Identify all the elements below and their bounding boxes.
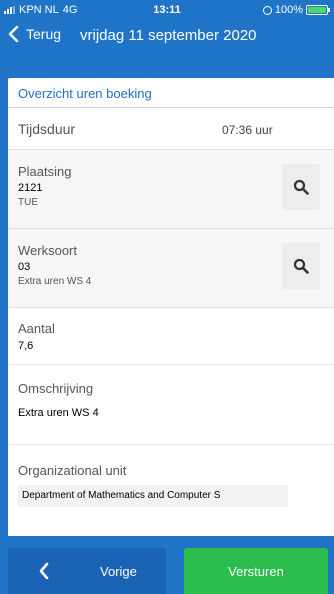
org-unit-row: Organizational unit Department of Mathem… — [8, 445, 334, 515]
amount-row: Aantal 7,6 — [8, 308, 334, 365]
booking-overview-card: Overzicht uren boeking Tijdsduur 07:36 u… — [8, 78, 334, 536]
work-type-desc: Extra uren WS 4 — [18, 276, 92, 287]
send-label: Versturen — [228, 564, 284, 579]
search-icon — [293, 179, 309, 195]
placement-search-button[interactable] — [282, 164, 320, 210]
send-button[interactable]: Versturen — [184, 548, 328, 594]
chevron-left-icon — [39, 562, 49, 580]
description-row: Omschrijving Extra uren WS 4 — [8, 365, 334, 445]
org-unit-field[interactable]: Department of Mathematics and Computer S — [18, 485, 288, 507]
duration-row: Tijdsduur 07:36 uur — [8, 108, 334, 150]
page-title: vrijdag 11 september 2020 — [80, 27, 257, 44]
work-type-row: Werksoort 03 Extra uren WS 4 — [8, 229, 334, 308]
amount-value: 7,6 — [18, 340, 34, 352]
duration-label: Tijdsduur — [18, 121, 76, 137]
chevron-left-icon — [8, 25, 19, 43]
description-value: Extra uren WS 4 — [18, 407, 99, 419]
back-button[interactable]: Terug — [6, 25, 61, 43]
amount-label: Aantal — [18, 321, 55, 336]
battery-icon — [306, 5, 330, 15]
placement-desc: TUE — [18, 197, 38, 208]
nav-bar: Terug vrijdag 11 september 2020 — [0, 20, 334, 54]
placement-label: Plaatsing — [18, 164, 72, 179]
section-title: Overzicht uren boeking — [8, 78, 334, 108]
status-bar: KPN NL 4G 13:11 100% — [0, 0, 334, 20]
work-type-label: Werksoort — [18, 243, 77, 258]
previous-button[interactable]: Vorige — [8, 548, 166, 594]
status-right: 100% — [262, 4, 330, 16]
search-icon — [293, 258, 309, 274]
app-screen: KPN NL 4G 13:11 100% Terug vrijdag 11 se… — [0, 0, 334, 594]
duration-value: 07:36 uur — [222, 123, 273, 137]
battery-percent: 100% — [274, 4, 303, 16]
work-type-search-button[interactable] — [282, 243, 320, 289]
placement-code: 2121 — [18, 182, 43, 194]
placement-row: Plaatsing 2121 TUE — [8, 150, 334, 229]
battery-fill — [308, 7, 326, 13]
org-unit-label: Organizational unit — [18, 463, 127, 478]
previous-label: Vorige — [100, 564, 137, 579]
work-type-code: 03 — [18, 261, 31, 273]
alarm-icon — [262, 5, 272, 15]
description-label: Omschrijving — [18, 381, 94, 396]
back-label: Terug — [26, 26, 62, 42]
